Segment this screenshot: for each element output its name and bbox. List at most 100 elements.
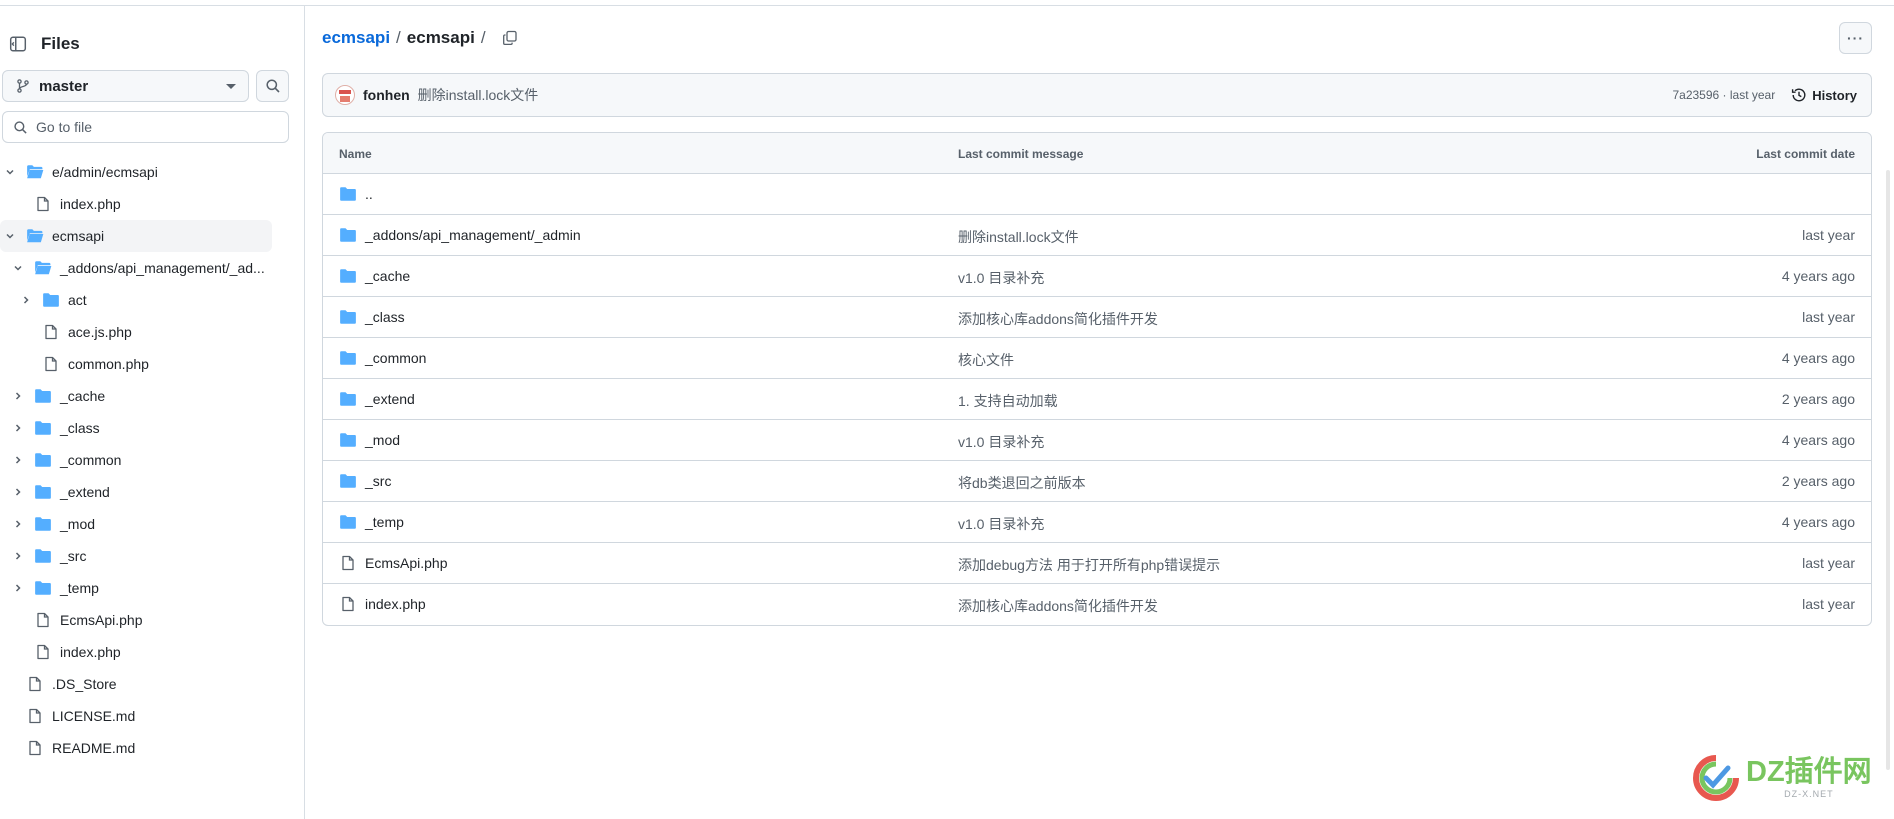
file-tree-item[interactable]: index.php: [0, 188, 272, 220]
table-row[interactable]: _addons/api_management/_admin 删除install.l…: [323, 215, 1871, 256]
watermark-logo: DZ插件网 DZ-X.NET: [1692, 747, 1882, 809]
file-name-link[interactable]: _extend: [365, 391, 415, 407]
commit-sha-time[interactable]: 7a23596 · last year: [1672, 88, 1775, 102]
file-tree-item[interactable]: common.php: [0, 348, 272, 380]
table-row[interactable]: _extend 1. 支持自动加载 2 years ago: [323, 379, 1871, 420]
file-tree-item[interactable]: index.php: [0, 636, 272, 668]
commit-author[interactable]: fonhen: [363, 87, 410, 103]
file-name-cell[interactable]: _src: [339, 472, 391, 490]
file-tree-item[interactable]: _mod: [0, 508, 272, 540]
file-tree-item[interactable]: LICENSE.md: [0, 700, 272, 732]
chevron-right-icon[interactable]: [10, 452, 26, 468]
file-name-link[interactable]: EcmsApi.php: [365, 555, 447, 571]
table-row[interactable]: ..: [323, 174, 1871, 215]
file-icon: [42, 323, 60, 341]
file-tree-item[interactable]: ecmsapi: [0, 220, 272, 252]
file-tree-item[interactable]: _temp: [0, 572, 272, 604]
file-tree-item[interactable]: ace.js.php: [0, 316, 272, 348]
commit-message-link[interactable]: v1.0 目录补充: [958, 514, 1044, 534]
chevron-right-icon[interactable]: [18, 292, 34, 308]
file-name-cell[interactable]: EcmsApi.php: [339, 554, 447, 572]
chevron-down-icon[interactable]: [2, 164, 18, 180]
file-name-link[interactable]: _addons/api_management/_admin: [365, 227, 581, 243]
chevron-down-icon[interactable]: [10, 260, 26, 276]
file-name-link[interactable]: _src: [365, 473, 391, 489]
file-icon: [26, 739, 44, 757]
file-name-cell[interactable]: _common: [339, 349, 426, 367]
file-tree-item[interactable]: _class: [0, 412, 272, 444]
file-tree-item[interactable]: .DS_Store: [0, 668, 272, 700]
file-tree-item[interactable]: _extend: [0, 476, 272, 508]
chevron-right-icon[interactable]: [10, 388, 26, 404]
commit-message-link[interactable]: 添加核心库addons简化插件开发: [958, 309, 1158, 329]
file-name-link[interactable]: index.php: [365, 596, 426, 612]
commit-message-link[interactable]: 删除install.lock文件: [958, 227, 1079, 247]
folder-icon: [339, 431, 357, 449]
file-name-cell[interactable]: _mod: [339, 431, 400, 449]
commit-message[interactable]: 删除install.lock文件: [418, 85, 1673, 105]
file-tree-item[interactable]: e/admin/ecmsapi: [0, 156, 272, 188]
latest-commit-bar: fonhen 删除install.lock文件 7a23596 · last y…: [322, 73, 1872, 117]
file-name-cell[interactable]: _temp: [339, 513, 404, 531]
search-files-button[interactable]: [256, 70, 289, 102]
table-row[interactable]: _common 核心文件 4 years ago: [323, 338, 1871, 379]
file-tree-item[interactable]: EcmsApi.php: [0, 604, 272, 636]
folder-icon: [339, 472, 357, 490]
commit-message-link[interactable]: 1. 支持自动加载: [958, 391, 1058, 411]
file-name-link[interactable]: _class: [365, 309, 405, 325]
commit-message-link[interactable]: v1.0 目录补充: [958, 432, 1044, 452]
file-name-link[interactable]: ..: [365, 186, 373, 202]
breadcrumb-repo-link[interactable]: ecmsapi: [322, 28, 390, 48]
file-tree-item[interactable]: act: [0, 284, 272, 316]
file-tree-item[interactable]: _src: [0, 540, 272, 572]
commit-date: 4 years ago: [1781, 350, 1855, 366]
table-row[interactable]: EcmsApi.php 添加debug方法 用于打开所有php错误提示 last y…: [323, 543, 1871, 584]
file-tree-item[interactable]: _common: [0, 444, 272, 476]
table-row[interactable]: _class 添加核心库addons简化插件开发 last year: [323, 297, 1871, 338]
table-row[interactable]: _mod v1.0 目录补充 4 years ago: [323, 420, 1871, 461]
chevron-right-icon[interactable]: [10, 548, 26, 564]
file-tree-item[interactable]: README.md: [0, 732, 272, 764]
file-name-link[interactable]: _mod: [365, 432, 400, 448]
file-name-link[interactable]: _temp: [365, 514, 404, 530]
table-row[interactable]: _src 将db类退回之前版本 2 years ago: [323, 461, 1871, 502]
commit-message-link[interactable]: 添加核心库addons简化插件开发: [958, 596, 1158, 616]
file-tree-item[interactable]: _addons/api_management/_ad...: [0, 252, 272, 284]
copy-path-button[interactable]: [502, 30, 518, 46]
file-name-cell[interactable]: _cache: [339, 267, 410, 285]
file-name-cell[interactable]: _addons/api_management/_admin: [339, 226, 581, 244]
chevron-down-icon[interactable]: [2, 228, 18, 244]
commit-message-link[interactable]: v1.0 目录补充: [958, 268, 1044, 288]
table-row[interactable]: _cache v1.0 目录补充 4 years ago: [323, 256, 1871, 297]
scrollbar[interactable]: [1886, 170, 1890, 770]
commit-message-link[interactable]: 核心文件: [958, 350, 1014, 370]
dz-logo-icon: [1693, 755, 1739, 801]
commit-message-link[interactable]: 添加debug方法 用于打开所有php错误提示: [958, 555, 1220, 575]
file-tree-item[interactable]: _cache: [0, 380, 272, 412]
commit-message-link[interactable]: 将db类退回之前版本: [958, 473, 1086, 493]
breadcrumb-current: ecmsapi: [406, 28, 475, 47]
folder-icon: [34, 483, 52, 501]
chevron-right-icon[interactable]: [10, 484, 26, 500]
copy-icon: [502, 30, 517, 46]
go-to-file-placeholder: Go to file: [36, 119, 93, 135]
table-row[interactable]: _temp v1.0 目录补充 4 years ago: [323, 502, 1871, 543]
file-name-cell[interactable]: _extend: [339, 390, 415, 408]
go-to-file-input[interactable]: Go to file: [2, 111, 289, 143]
chevron-right-icon[interactable]: [10, 420, 26, 436]
avatar[interactable]: [335, 85, 355, 105]
branch-selector[interactable]: master: [2, 70, 249, 102]
more-options-button[interactable]: ···: [1839, 22, 1872, 54]
file-tree-item-label: ace.js.php: [68, 324, 132, 340]
history-button[interactable]: History: [1791, 87, 1857, 103]
chevron-right-icon[interactable]: [10, 580, 26, 596]
folder-open-icon: [26, 227, 44, 245]
table-row[interactable]: index.php 添加核心库addons简化插件开发 last year: [323, 584, 1871, 625]
sidebar-collapse-button[interactable]: [1, 27, 35, 61]
file-name-cell[interactable]: _class: [339, 308, 405, 326]
file-name-cell[interactable]: ..: [339, 185, 373, 203]
file-name-link[interactable]: _cache: [365, 268, 410, 284]
chevron-right-icon[interactable]: [10, 516, 26, 532]
file-name-link[interactable]: _common: [365, 350, 426, 366]
file-name-cell[interactable]: index.php: [339, 595, 426, 613]
